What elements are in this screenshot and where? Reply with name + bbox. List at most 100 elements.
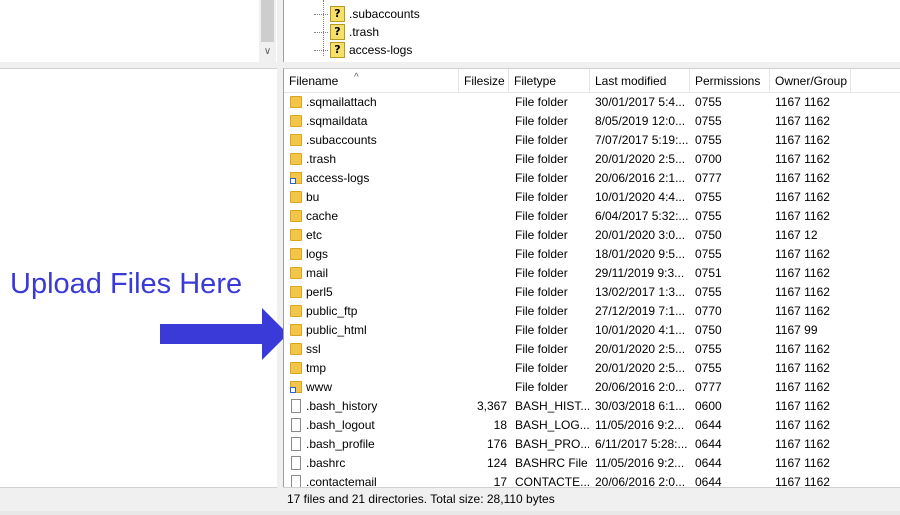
cell-owner-group: 1167 1162	[775, 171, 830, 185]
upload-annotation-label: Upload Files Here	[10, 268, 243, 300]
cell-filetype: File folder	[515, 266, 568, 280]
folder-icon	[290, 191, 302, 203]
local-tree-pane[interactable]: ∨	[0, 0, 277, 62]
remote-status-bar: 17 files and 21 directories. Total size:…	[283, 487, 900, 511]
cell-owner-group: 1167 99	[775, 323, 818, 337]
tree-item[interactable]: ? access-logs	[314, 41, 412, 59]
table-row[interactable]: .bash_profile 176 BASH_PRO... 6/11/2017 5:2…	[284, 435, 900, 454]
cell-last-modified: 11/05/2016 9:2...	[595, 456, 685, 470]
cell-last-modified: 10/01/2020 4:1...	[595, 323, 686, 337]
cell-permissions: 0750	[695, 228, 722, 242]
table-row[interactable]: access-logs File folder 20/06/2016 2:1... 0…	[284, 169, 900, 188]
cell-filesize	[459, 150, 507, 169]
cell-permissions: 0700	[695, 152, 722, 166]
table-row[interactable]: public_html File folder 10/01/2020 4:1... 0…	[284, 321, 900, 340]
cell-owner-group: 1167 1162	[775, 304, 830, 318]
cell-permissions: 0755	[695, 285, 722, 299]
tree-item[interactable]: ? .subaccounts	[314, 5, 420, 23]
scrollbar-thumb[interactable]	[261, 0, 274, 42]
folder-icon	[290, 267, 302, 279]
table-row[interactable]: ssl File folder 20/01/2020 2:5... 0755 1167 …	[284, 340, 900, 359]
cell-filesize: 3,367	[476, 399, 507, 413]
cell-filesize	[459, 245, 507, 264]
cell-owner-group: 1167 1162	[775, 380, 830, 394]
cell-last-modified: 18/01/2020 9:5...	[595, 247, 686, 261]
cell-filesize	[459, 359, 507, 378]
cell-filesize: 124	[486, 456, 507, 470]
table-row[interactable]: tmp File folder 20/01/2020 2:5... 0755 1167 …	[284, 359, 900, 378]
cell-filesize	[459, 264, 507, 283]
cell-filesize	[459, 131, 507, 150]
column-header-filename[interactable]: ^ Filename	[284, 69, 459, 92]
cell-permissions: 0777	[695, 171, 722, 185]
arrow-right-icon	[160, 308, 288, 360]
cell-filetype: BASHRC File	[515, 456, 588, 470]
local-tree-scrollbar[interactable]: ∨	[259, 0, 276, 62]
table-row[interactable]: .sqmailattach File folder 30/01/2017 5:4..…	[284, 93, 900, 112]
cell-filesize	[459, 188, 507, 207]
cell-owner-group: 1167 1162	[775, 114, 830, 128]
scroll-down-icon[interactable]: ∨	[259, 44, 276, 60]
cell-last-modified: 11/05/2016 9:2...	[595, 418, 685, 432]
table-row[interactable]: perl5 File folder 13/02/2017 1:3... 0755 116…	[284, 283, 900, 302]
folder-icon	[290, 248, 302, 260]
unknown-folder-icon: ?	[330, 24, 345, 40]
table-row[interactable]: mail File folder 29/11/2019 9:3... 0751 1167…	[284, 264, 900, 283]
remote-file-list[interactable]: ^ Filename Filesize Filetype Last modifi…	[283, 68, 900, 489]
table-row[interactable]: logs File folder 18/01/2020 9:5... 0755 1167…	[284, 245, 900, 264]
cell-filename: .trash	[306, 152, 337, 166]
folder-icon	[290, 324, 302, 336]
cell-last-modified: 27/12/2019 7:1...	[595, 304, 686, 318]
cell-filename: mail	[306, 266, 329, 280]
cell-filename: .bash_history	[306, 399, 378, 413]
tree-item[interactable]: ? .trash	[314, 23, 379, 41]
cell-permissions: 0600	[695, 399, 722, 413]
table-row[interactable]: .trash File folder 20/01/2020 2:5... 0700 11…	[284, 150, 900, 169]
cell-owner-group: 1167 1162	[775, 247, 830, 261]
cell-filetype: File folder	[515, 228, 568, 242]
cell-filename: perl5	[306, 285, 333, 299]
folder-icon	[290, 134, 302, 146]
table-row[interactable]: public_ftp File folder 27/12/2019 7:1... 07…	[284, 302, 900, 321]
table-row[interactable]: .bash_history 3,367 BASH_HIST... 30/03/2018…	[284, 397, 900, 416]
cell-last-modified: 20/06/2016 2:1...	[595, 171, 686, 185]
unknown-folder-icon: ?	[330, 42, 345, 58]
column-header-last-modified[interactable]: Last modified	[590, 69, 690, 92]
table-row[interactable]: cache File folder 6/04/2017 5:32:... 0755 11…	[284, 207, 900, 226]
cell-last-modified: 20/01/2020 2:5...	[595, 152, 686, 166]
cell-filesize	[459, 112, 507, 131]
cell-last-modified: 30/01/2017 5:4...	[595, 95, 686, 109]
cell-permissions: 0751	[695, 266, 722, 280]
file-icon	[291, 418, 301, 432]
cell-permissions: 0644	[695, 456, 722, 470]
column-header-owner-group[interactable]: Owner/Group	[770, 69, 851, 92]
table-row[interactable]: .bashrc 124 BASHRC File 11/05/2016 9:2... 06…	[284, 454, 900, 473]
cell-owner-group: 1167 1162	[775, 361, 830, 375]
cell-filename: bu	[306, 190, 320, 204]
cell-owner-group: 1167 1162	[775, 133, 830, 147]
file-icon	[291, 456, 301, 470]
local-status-bar	[0, 487, 277, 512]
table-row[interactable]: .subaccounts File folder 7/07/2017 5:19:..…	[284, 131, 900, 150]
table-row[interactable]: .sqmaildata File folder 8/05/2019 12:0... 0…	[284, 112, 900, 131]
table-row[interactable]: etc File folder 20/01/2020 3:0... 0750 1167 …	[284, 226, 900, 245]
column-header-filesize[interactable]: Filesize	[459, 69, 509, 92]
table-row[interactable]: bu File folder 10/01/2020 4:4... 0755 1167 1…	[284, 188, 900, 207]
cell-last-modified: 30/03/2018 6:1...	[595, 399, 686, 413]
cell-filesize	[459, 207, 507, 226]
cell-permissions: 0755	[695, 133, 722, 147]
remote-tree-pane[interactable]: ? .subaccounts ? .trash ? access-logs	[283, 0, 900, 62]
cell-owner-group: 1167 1162	[775, 418, 830, 432]
cell-filetype: File folder	[515, 285, 568, 299]
cell-filetype: File folder	[515, 342, 568, 356]
folder-icon	[290, 153, 302, 165]
table-row[interactable]: .bash_logout 18 BASH_LOG... 11/05/2016 9:2.…	[284, 416, 900, 435]
cell-permissions: 0750	[695, 323, 722, 337]
cell-permissions: 0777	[695, 380, 722, 394]
column-header-permissions[interactable]: Permissions	[690, 69, 770, 92]
local-file-pane[interactable]: Upload Files Here	[0, 68, 288, 487]
cell-filetype: File folder	[515, 247, 568, 261]
table-row[interactable]: www File folder 20/06/2016 2:0... 0777 1167 …	[284, 378, 900, 397]
column-header-filetype[interactable]: Filetype	[509, 69, 590, 92]
cell-owner-group: 1167 1162	[775, 456, 830, 470]
